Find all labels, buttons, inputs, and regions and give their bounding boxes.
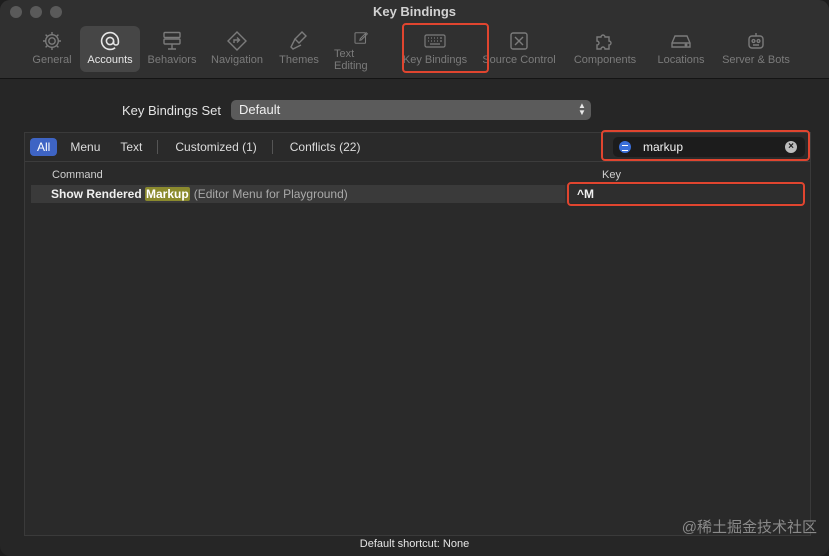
filter-all[interactable]: All bbox=[30, 138, 58, 156]
tab-behaviors-label: Behaviors bbox=[147, 54, 197, 66]
bindings-panel: All Menu Text Customized (1) Conflicts (… bbox=[24, 130, 811, 536]
key-bindings-set-row: Key Bindings Set Default ▲ ▼ bbox=[122, 100, 592, 120]
tab-text-editing[interactable]: Text Editing bbox=[328, 26, 394, 72]
watermark: @稀土掘金技术社区 bbox=[681, 519, 817, 536]
command-name-prefix: Show Rendered bbox=[51, 187, 146, 201]
window-title: Key Bindings bbox=[372, 4, 457, 19]
puzzle-icon bbox=[596, 34, 612, 50]
tab-general-label: General bbox=[32, 54, 72, 66]
tab-locations[interactable]: Locations bbox=[648, 26, 714, 72]
filter-divider bbox=[157, 140, 159, 154]
drive-icon bbox=[671, 35, 691, 48]
tab-themes-label: Themes bbox=[279, 54, 319, 66]
source-control-icon bbox=[510, 32, 528, 50]
key-shortcut-highlight bbox=[567, 182, 805, 206]
tab-behaviors[interactable]: Behaviors bbox=[140, 26, 204, 72]
key-bindings-set-value: Default bbox=[239, 102, 281, 117]
key-bindings-set-label: Key Bindings Set bbox=[122, 102, 222, 118]
key-column-header[interactable]: Key bbox=[602, 169, 621, 181]
tab-navigation[interactable]: Navigation bbox=[204, 26, 270, 72]
tab-source-control-label: Source Control bbox=[482, 54, 556, 66]
tab-server-bots[interactable]: Server & Bots bbox=[714, 26, 798, 72]
toolbar: Key Bindings General Accounts Behaviors … bbox=[0, 0, 829, 79]
filter-divider bbox=[271, 140, 273, 154]
command-name: Show Rendered Markup bbox=[51, 187, 190, 201]
filter-menu[interactable]: Menu bbox=[63, 138, 107, 156]
tab-accounts[interactable]: Accounts bbox=[80, 26, 140, 72]
tab-general[interactable]: General bbox=[24, 26, 80, 72]
filter-customized[interactable]: Customized (1) bbox=[168, 138, 263, 156]
tab-server-bots-label: Server & Bots bbox=[722, 54, 790, 66]
command-context: (Editor Menu for Playground) bbox=[193, 187, 348, 201]
pencil-square-icon bbox=[354, 32, 369, 44]
filter-conflicts[interactable]: Conflicts (22) bbox=[283, 138, 368, 156]
tab-navigation-label: Navigation bbox=[211, 54, 263, 66]
search-highlight bbox=[601, 130, 810, 161]
tab-components-label: Components bbox=[573, 54, 637, 66]
tab-themes[interactable]: Themes bbox=[270, 26, 328, 72]
search-match: Markup bbox=[145, 187, 190, 201]
tab-accounts-label: Accounts bbox=[87, 54, 133, 66]
at-icon bbox=[100, 31, 120, 51]
filter-text[interactable]: Text bbox=[113, 138, 149, 156]
command-column-header[interactable]: Command bbox=[52, 169, 103, 181]
default-shortcut-status: Default shortcut: None bbox=[359, 538, 470, 550]
robot-icon bbox=[748, 33, 764, 49]
preferences-window: Key Bindings General Accounts Behaviors … bbox=[0, 0, 829, 556]
key-bindings-set-select[interactable]: Default ▲ ▼ bbox=[231, 100, 592, 120]
chevron-up-down-icon: ▲ ▼ bbox=[578, 101, 586, 117]
tab-components[interactable]: Components bbox=[562, 26, 648, 72]
tab-text-editing-label: Text Editing bbox=[334, 48, 368, 72]
tab-locations-label: Locations bbox=[657, 54, 705, 66]
behaviors-icon bbox=[163, 31, 181, 50]
brush-icon bbox=[290, 31, 307, 50]
navigation-icon bbox=[227, 31, 247, 51]
gear-icon bbox=[43, 32, 61, 50]
key-bindings-tab-highlight bbox=[402, 23, 489, 73]
